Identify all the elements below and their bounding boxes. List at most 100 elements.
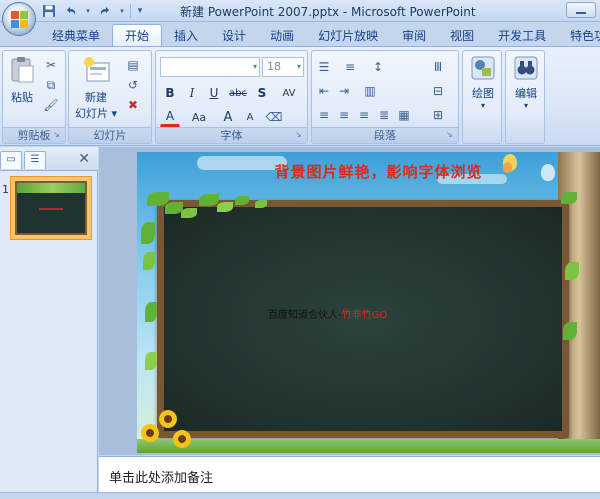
font-color-button[interactable]: A — [160, 107, 180, 127]
chevron-down-icon: ▾ — [523, 101, 528, 110]
bold-button[interactable]: B — [160, 83, 180, 103]
chevron-down-icon: ▾ — [252, 62, 257, 71]
justify-icon[interactable]: ≣ — [376, 107, 392, 123]
slide-thumbnail-image — [15, 181, 87, 235]
editing-button[interactable]: 编辑 ▾ — [509, 55, 543, 110]
slides-outline-panel: ▭ ☰ ✕ 1 — [0, 147, 98, 499]
leaf — [199, 194, 219, 206]
editing-label: 编辑 — [515, 87, 537, 100]
tab-developer[interactable]: 开发工具 — [486, 24, 558, 46]
save-icon[interactable] — [40, 2, 58, 20]
dropdown-arrow-icon[interactable]: ▾ — [84, 2, 92, 20]
slide-body-black: 百度知道合伙人- — [268, 310, 342, 321]
font-size-value: 18 — [267, 60, 281, 73]
text-direction-icon[interactable]: Ⅲ — [430, 59, 446, 75]
delete-slide-icon[interactable]: ✖ — [125, 97, 141, 113]
minimize-button[interactable] — [566, 2, 596, 18]
chevron-down-icon: ▾ — [480, 101, 485, 110]
undo-icon[interactable] — [62, 2, 80, 20]
redo-icon[interactable] — [96, 2, 114, 20]
slide-editing-area: 百度知道合伙人-竹非竹GO 背景图片鲜艳，影响字体浏览 — [99, 147, 600, 455]
font-group-label: 字体 — [156, 127, 307, 143]
grow-font-button[interactable]: A — [218, 107, 238, 127]
format-painter-icon[interactable]: 🖌 — [43, 97, 59, 113]
drawing-button[interactable]: 绘图 ▾ — [466, 55, 500, 110]
tab-design[interactable]: 设计 — [210, 24, 258, 46]
thumbnail-vines — [17, 183, 85, 193]
slides-group-label: 幻灯片 — [69, 127, 151, 143]
slide-number: 1 — [2, 183, 9, 196]
customize-qat-icon[interactable]: ▾ — [135, 2, 145, 20]
line-spacing-icon[interactable]: ↕ — [370, 59, 386, 75]
align-left-icon[interactable]: ≡ — [316, 107, 332, 123]
numbering-icon[interactable]: ≡ — [342, 59, 358, 75]
qat-separator — [130, 4, 131, 18]
leaf — [255, 200, 267, 208]
font-size-combo[interactable]: 18 ▾ — [262, 57, 304, 77]
paste-button[interactable]: 粘贴 — [7, 55, 37, 105]
distribute-icon[interactable]: ▦ — [396, 107, 412, 123]
thumbnail-text-mark — [39, 208, 63, 210]
tab-special[interactable]: 特色功 — [558, 24, 600, 46]
sunflower-icon — [141, 424, 159, 442]
new-slide-button[interactable]: 新建 幻灯片 ▾ — [73, 55, 119, 121]
italic-button[interactable]: I — [182, 83, 202, 103]
grass — [137, 439, 600, 453]
tab-classic-menu[interactable]: 经典菜单 — [40, 24, 112, 46]
font-name-combo[interactable]: ▾ — [160, 57, 260, 77]
copy-icon[interactable]: ⧉ — [43, 77, 59, 93]
underline-button[interactable]: U — [204, 83, 224, 103]
office-button[interactable] — [2, 2, 36, 36]
char-spacing-button[interactable]: AV — [276, 83, 302, 103]
editing-group: 编辑 ▾ — [505, 50, 545, 144]
chevron-down-icon: ▾ — [296, 62, 301, 71]
clear-formatting-icon[interactable]: ⌫ — [266, 109, 283, 125]
window-title: 新建 PowerPoint 2007.pptx - Microsoft Powe… — [180, 5, 476, 19]
tab-home[interactable]: 开始 — [112, 24, 163, 46]
smartart-icon[interactable]: ⊞ — [430, 107, 446, 123]
increase-indent-icon[interactable]: ⇥ — [336, 83, 352, 99]
dialog-launcher-icon[interactable]: ↘ — [295, 131, 304, 140]
strikethrough-button[interactable]: abc — [228, 83, 248, 103]
font-group: ▾ 18 ▾ B I U abc S AV A Aa A A ⌫ 字体 ↘ — [155, 50, 308, 144]
dropdown-arrow-icon[interactable]: ▾ — [118, 2, 126, 20]
panel-tabs: ▭ ☰ ✕ — [0, 147, 98, 171]
slide-thumbnail[interactable] — [10, 176, 92, 240]
align-center-icon[interactable]: ≡ — [336, 107, 352, 123]
tab-insert[interactable]: 插入 — [162, 24, 210, 46]
shrink-font-button[interactable]: A — [240, 107, 260, 127]
tab-animation[interactable]: 动画 — [258, 24, 306, 46]
slide-title[interactable]: 背景图片鲜艳，影响字体浏览 — [137, 161, 600, 182]
columns-icon[interactable]: ▥ — [362, 83, 378, 99]
shapes-icon — [470, 55, 496, 81]
leaf — [561, 192, 577, 204]
new-slide-icon — [81, 55, 111, 85]
align-text-icon[interactable]: ⊟ — [430, 83, 446, 99]
layout-icon[interactable]: ▤ — [125, 57, 141, 73]
paste-label: 粘贴 — [11, 91, 33, 104]
cut-icon[interactable]: ✂ — [43, 57, 59, 73]
close-icon[interactable]: ✕ — [78, 151, 90, 167]
leaf — [145, 302, 157, 322]
leaf — [145, 352, 157, 370]
leaf — [565, 262, 579, 280]
slide-body-text[interactable]: 百度知道合伙人-竹非竹GO — [268, 306, 387, 321]
dialog-launcher-icon[interactable]: ↘ — [53, 131, 62, 140]
leaf — [143, 252, 155, 270]
change-case-button[interactable]: Aa — [186, 107, 212, 127]
decrease-indent-icon[interactable]: ⇤ — [316, 83, 332, 99]
clipboard-group: 粘贴 ✂ ⧉ 🖌 剪贴板 ↘ — [2, 50, 66, 144]
slide-canvas[interactable]: 百度知道合伙人-竹非竹GO 背景图片鲜艳，影响字体浏览 — [137, 152, 600, 453]
tab-slideshow[interactable]: 幻灯片放映 — [306, 24, 390, 46]
tab-review[interactable]: 审阅 — [390, 24, 438, 46]
shadow-button[interactable]: S — [252, 83, 272, 103]
outline-tab-icon[interactable]: ☰ — [24, 151, 46, 169]
reset-icon[interactable]: ↺ — [125, 77, 141, 93]
leaf — [563, 322, 577, 340]
bullets-icon[interactable]: ☰ — [316, 59, 332, 75]
dialog-launcher-icon[interactable]: ↘ — [446, 131, 455, 140]
align-right-icon[interactable]: ≡ — [356, 107, 372, 123]
slides-tab-icon[interactable]: ▭ — [0, 151, 22, 169]
tab-view[interactable]: 视图 — [438, 24, 486, 46]
leaf — [235, 196, 249, 205]
